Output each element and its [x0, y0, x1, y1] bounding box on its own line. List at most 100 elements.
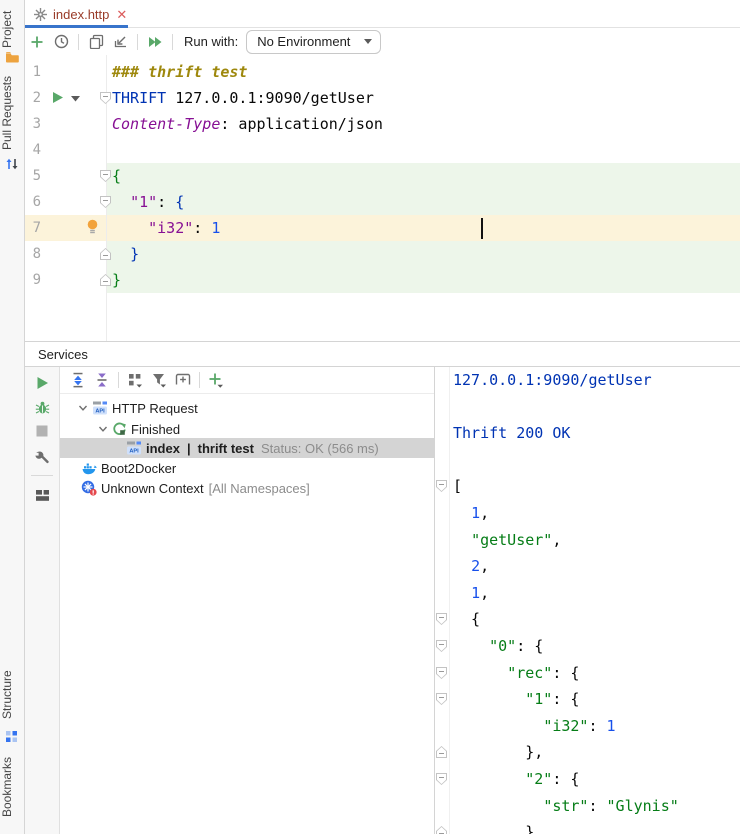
- fold-marker-expanded[interactable]: [436, 613, 447, 625]
- chevron-down-icon[interactable]: [78, 403, 88, 413]
- api-service-icon: API: [126, 440, 142, 456]
- group-by-icon[interactable]: [123, 369, 147, 391]
- request-separator: |: [186, 440, 191, 456]
- fold-marker-end[interactable]: [100, 248, 111, 260]
- intention-lightbulb-icon[interactable]: [86, 219, 99, 236]
- response-line: 2,: [471, 557, 490, 575]
- tree-row-label: Boot2Docker: [101, 460, 177, 476]
- code-line[interactable]: ### thrift test: [112, 59, 247, 85]
- pull-requests-icon[interactable]: [5, 157, 19, 171]
- stop-button[interactable]: [33, 422, 51, 440]
- response-line: {: [453, 610, 481, 628]
- response-viewer[interactable]: 127.0.0.1:9090/getUser Thrift 200 OK [ 1…: [435, 367, 740, 834]
- response-line: "rec": {: [507, 664, 580, 682]
- code-line[interactable]: "i32": 1: [112, 215, 220, 241]
- environment-dropdown[interactable]: No Environment: [246, 29, 382, 54]
- http-file-icon: [33, 7, 48, 22]
- run-with-label: Run with:: [184, 34, 239, 49]
- response-line: "2": {: [525, 770, 580, 788]
- fold-marker-expanded[interactable]: [436, 693, 447, 705]
- fold-marker-expanded[interactable]: [100, 170, 111, 182]
- add-service-icon[interactable]: [204, 369, 228, 391]
- request-status: Status: OK (566 ms): [260, 440, 379, 456]
- code-editor[interactable]: 1 2 3 4 5 6 7 8 9 ### thrift test THRIFT…: [25, 55, 740, 342]
- fold-marker-expanded[interactable]: [436, 773, 447, 785]
- tree-row-http-request[interactable]: API HTTP Request: [60, 398, 452, 418]
- line-number: 8: [32, 246, 41, 262]
- line-number: 7: [32, 220, 41, 236]
- tab-index-http[interactable]: index.http ✕: [25, 0, 128, 28]
- collapse-all-icon[interactable]: [90, 369, 114, 391]
- injected-fragment-highlight: [107, 267, 740, 293]
- sidebar-item-project[interactable]: Project: [0, 6, 25, 52]
- open-in-new-tab-icon[interactable]: [171, 369, 195, 391]
- services-tree-toolbar: [60, 367, 434, 394]
- injected-fragment-highlight: [107, 163, 740, 189]
- project-folder-icon[interactable]: [5, 50, 19, 63]
- tree-row-boot2docker[interactable]: Boot2Docker: [60, 458, 451, 478]
- fold-marker-expanded[interactable]: [100, 92, 111, 104]
- fold-marker-expanded[interactable]: [436, 667, 447, 679]
- sidebar-item-structure[interactable]: Structure: [0, 666, 25, 724]
- services-panel-header[interactable]: Services: [25, 341, 740, 367]
- line-number: 3: [32, 116, 41, 132]
- fold-marker-end[interactable]: [436, 826, 447, 834]
- code-line[interactable]: "1": {: [112, 189, 184, 215]
- toolbar-separator: [172, 33, 173, 50]
- toolbar-separator: [78, 33, 79, 50]
- structure-icon[interactable]: [5, 730, 18, 743]
- tree-row-label: Finished: [131, 421, 181, 437]
- response-line: "i32": 1: [543, 717, 616, 735]
- copy-request-icon[interactable]: [84, 31, 108, 53]
- filter-icon[interactable]: [147, 369, 171, 391]
- tree-row-unknown-context[interactable]: Unknown Context [All Namespaces]: [60, 478, 451, 498]
- namespaces-badge: [All Namespaces]: [208, 480, 310, 496]
- toolbar-separator: [199, 372, 200, 388]
- sidebar-item-pull-requests[interactable]: Pull Requests: [0, 72, 25, 154]
- code-line[interactable]: Content-Type: application/json: [112, 111, 383, 137]
- services-title: Services: [38, 346, 88, 362]
- response-line: },: [453, 743, 544, 761]
- environment-value: No Environment: [257, 34, 351, 49]
- dashboard-layout-icon[interactable]: [33, 486, 51, 504]
- request-title: thrift test: [197, 440, 254, 456]
- run-all-requests-icon[interactable]: [143, 31, 167, 53]
- toolbar-separator: [137, 33, 138, 50]
- line-number: 6: [32, 194, 41, 210]
- tab-close-icon[interactable]: ✕: [116, 8, 127, 21]
- fold-marker-end[interactable]: [100, 274, 111, 286]
- svg-text:API: API: [129, 449, 139, 455]
- response-line: "1": {: [525, 690, 580, 708]
- response-line: "str": "Glynis": [543, 797, 679, 815]
- expand-all-icon[interactable]: [66, 369, 90, 391]
- tree-row-finished[interactable]: Finished: [60, 419, 472, 439]
- code-line[interactable]: }: [112, 267, 121, 293]
- services-tree-panel: API HTTP Request Finished API index | th…: [60, 367, 496, 834]
- fold-marker-expanded[interactable]: [100, 196, 111, 208]
- history-clock-icon[interactable]: [49, 31, 73, 53]
- fold-marker-expanded[interactable]: [436, 480, 447, 492]
- run-button[interactable]: [33, 374, 51, 392]
- fold-marker-expanded[interactable]: [436, 640, 447, 652]
- code-line[interactable]: {: [112, 163, 121, 189]
- fold-marker-end[interactable]: [436, 746, 447, 758]
- response-line: "getUser",: [471, 531, 562, 549]
- settings-wrench-icon[interactable]: [33, 449, 51, 467]
- tree-row-request-result[interactable]: API index | thrift test Status: OK (566 …: [60, 438, 496, 458]
- chevron-down-icon[interactable]: [98, 424, 108, 434]
- gutter-separator: [449, 367, 450, 834]
- debug-bug-icon[interactable]: [33, 398, 51, 416]
- injected-fragment-highlight: [107, 241, 740, 267]
- editor-tab-bar: index.http ✕: [25, 0, 740, 28]
- run-request-gutter-button[interactable]: [52, 91, 64, 104]
- line-number: 2: [32, 90, 41, 106]
- add-request-button[interactable]: [25, 31, 49, 53]
- import-curl-icon[interactable]: [108, 31, 132, 53]
- tree-row-label: Unknown Context: [101, 480, 204, 496]
- text-caret: [481, 218, 483, 239]
- code-line[interactable]: }: [112, 241, 139, 267]
- code-line[interactable]: THRIFT 127.0.0.1:9090/getUser: [112, 85, 374, 111]
- run-options-chevron-icon[interactable]: [71, 96, 80, 102]
- response-line: Thrift 200 OK: [453, 424, 571, 442]
- sidebar-item-bookmarks[interactable]: Bookmarks: [0, 752, 25, 822]
